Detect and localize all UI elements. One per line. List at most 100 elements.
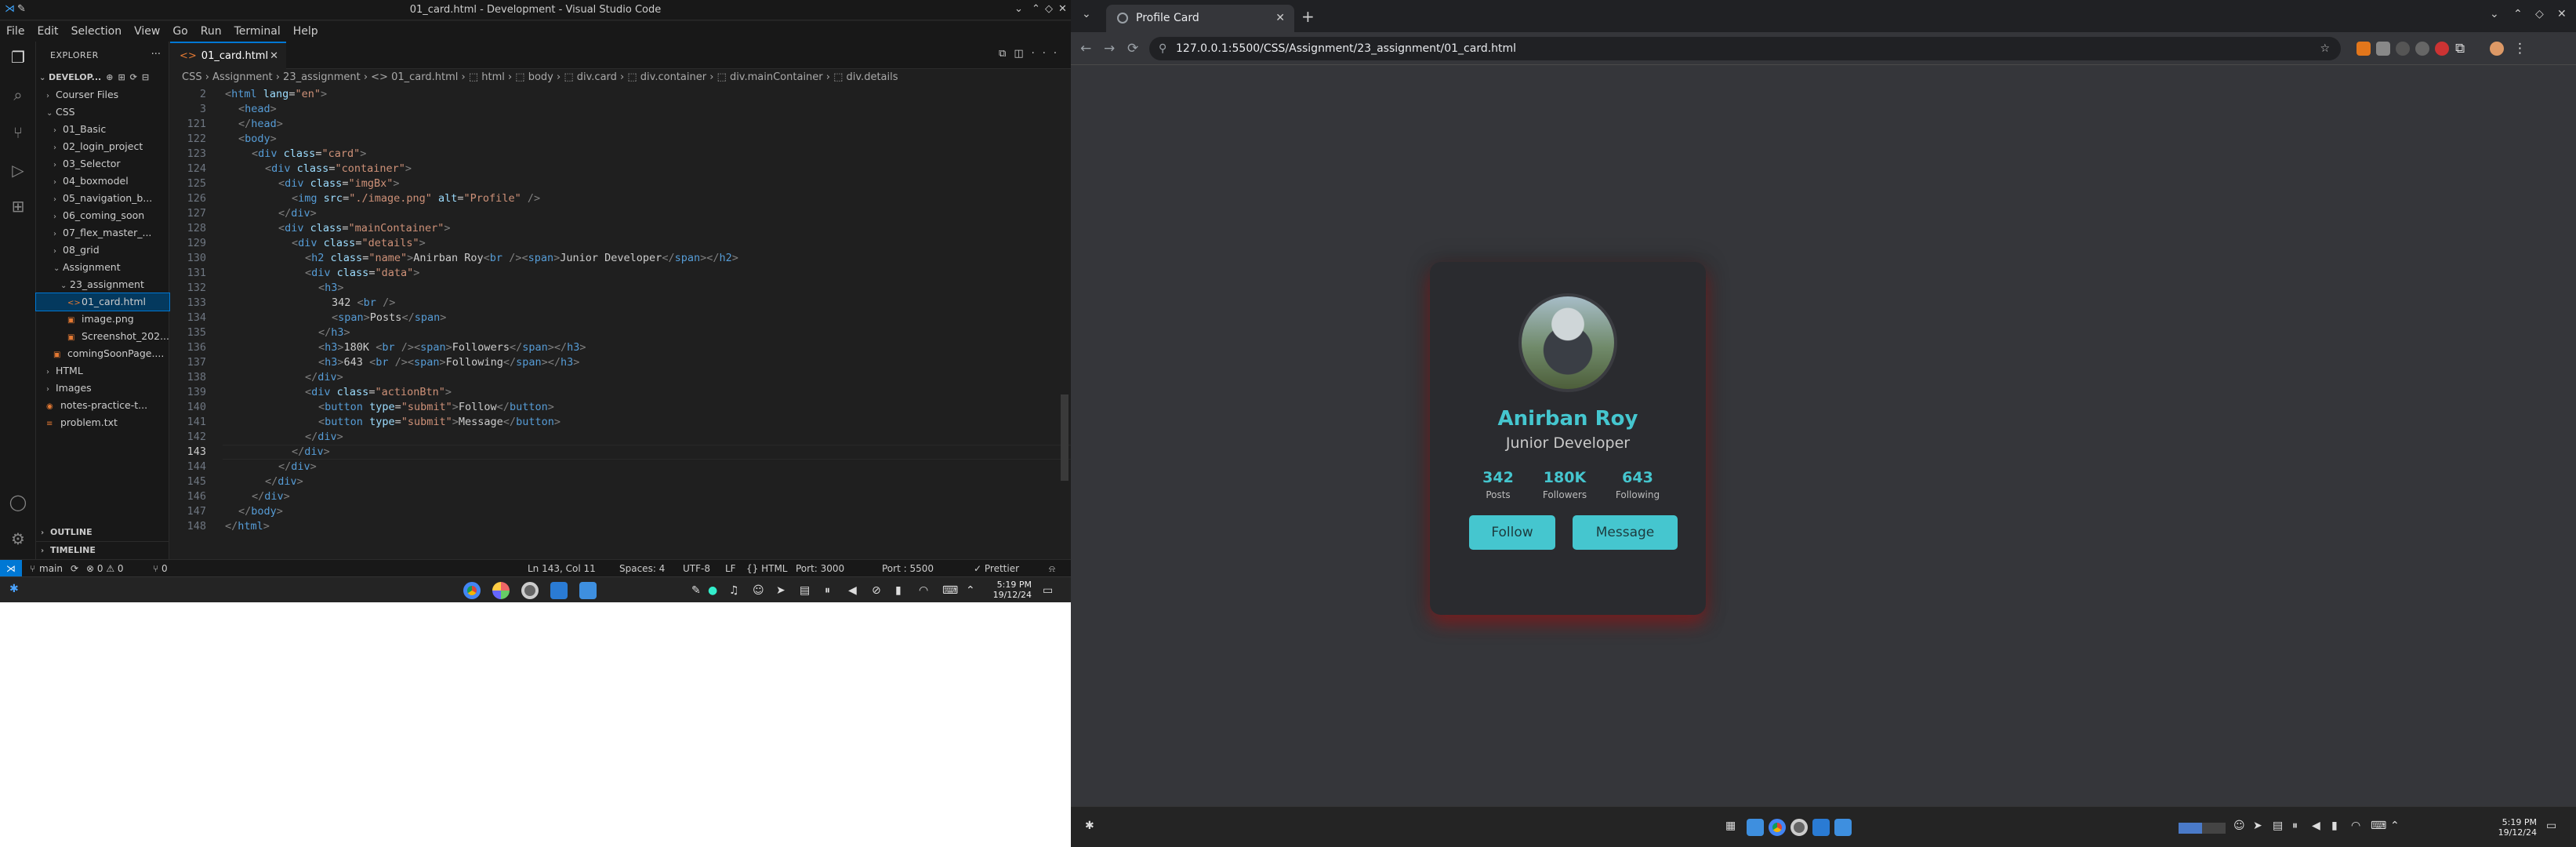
account-icon[interactable]: ◯ (9, 493, 27, 511)
live-server-port[interactable]: Port : 5500 (882, 560, 934, 577)
show-desktop-icon[interactable]: ▭ (2546, 820, 2556, 832)
explorer-toolbar-icons[interactable]: ⊕⊞⟳⊟ (106, 72, 154, 82)
tray-media-icon[interactable]: ⏸ (825, 584, 830, 597)
explorer-icon[interactable]: ❐ (9, 48, 27, 67)
site-info-icon[interactable]: ⚲ (1159, 37, 1166, 60)
obs-taskbar-icon[interactable] (521, 582, 539, 599)
extension-5-icon[interactable] (2435, 42, 2449, 56)
terminal-taskbar-icon[interactable] (579, 582, 597, 599)
tree-file[interactable]: ▣ image.png (36, 311, 169, 328)
menu-edit[interactable]: Edit (37, 25, 58, 38)
encoding[interactable]: UTF-8 (683, 560, 710, 577)
tray-vpn-icon[interactable]: ⊘ (872, 584, 881, 597)
tree-folder[interactable]: › 05_navigation_b... (36, 190, 169, 207)
tree-file[interactable]: <>01_card.html (35, 293, 170, 311)
tray-volume-icon[interactable]: ◀ (848, 584, 857, 597)
tray-discord-icon[interactable]: ☺ (2233, 820, 2245, 832)
tray-clipboard-icon[interactable]: ▤ (2273, 820, 2283, 832)
tree-folder[interactable]: › 07_flex_master_... (36, 224, 169, 242)
language-mode[interactable]: {} HTML (746, 560, 787, 577)
maximize-icon[interactable]: ⌃ (2513, 8, 2523, 20)
chrome-menu-icon[interactable]: ⋮ (2513, 41, 2527, 56)
minimize-icon[interactable]: ⌄ (1014, 3, 1023, 15)
tree-folder[interactable]: › 06_coming_soon (36, 207, 169, 224)
close-tab-icon[interactable]: ✕ (1275, 5, 1285, 32)
back-icon[interactable]: ← (1080, 41, 1091, 56)
tray-edge-icon[interactable]: ● (708, 584, 717, 597)
sync-icon[interactable]: ⟳ (71, 560, 78, 577)
ports-indicator[interactable]: ⑂ 0 (153, 560, 168, 577)
timeline-section[interactable]: › TIMELINE (36, 541, 169, 558)
source-control-icon[interactable]: ⑂ (9, 123, 27, 142)
tree-folder[interactable]: › HTML (36, 362, 169, 380)
close-window-icon[interactable]: ✕ (2557, 8, 2567, 20)
launcher-icon[interactable]: ✱ (1085, 820, 1094, 832)
prettier-status[interactable]: ✓ Prettier (974, 560, 1019, 577)
tree-file[interactable]: ◉ notes-practice-t... (36, 397, 169, 414)
outline-section[interactable]: › OUTLINE (36, 524, 169, 541)
branch-name[interactable]: main (39, 560, 63, 577)
menu-file[interactable]: File (6, 25, 24, 38)
search-icon[interactable]: ⌕ (9, 85, 27, 104)
tray-battery-icon[interactable]: ▮ (895, 584, 902, 597)
extensions-icon[interactable]: ⊞ (9, 197, 27, 216)
follow-button[interactable]: Follow (1469, 515, 1555, 550)
port-3000[interactable]: Port: 3000 (796, 560, 844, 577)
address-bar[interactable]: ⚲ 127.0.0.1:5500/CSS/Assignment/23_assign… (1149, 37, 2341, 60)
tab-profile-card[interactable]: Profile Card ✕ (1106, 5, 1294, 32)
tray-expand-icon[interactable]: ⌃ (966, 584, 975, 597)
settings-gear-icon[interactable]: ⚙ (9, 529, 27, 548)
minimize-icon[interactable]: ⌄ (2490, 8, 2499, 20)
reload-icon[interactable]: ⟳ (1127, 41, 1138, 56)
show-desktop-icon[interactable]: ▭ (1043, 584, 1053, 597)
tray-discord-icon[interactable]: ☺ (753, 584, 764, 597)
tab-search-icon[interactable]: ⌄ (1082, 8, 1091, 20)
indentation[interactable]: Spaces: 4 (619, 560, 665, 577)
tray-telegram-icon[interactable]: ➤ (2253, 820, 2262, 832)
editor-actions-icon[interactable]: ⧉◫··· (999, 48, 1065, 60)
more-actions-icon[interactable]: ··· (151, 49, 161, 60)
tray-clipboard-icon[interactable]: ▤ (800, 584, 810, 597)
taskbar-clock[interactable]: 5:19 PM 19/12/24 (993, 580, 1032, 600)
launcher-icon[interactable]: ✱ (9, 583, 19, 595)
taskbar-clock[interactable]: 5:19 PM 19/12/24 (2498, 817, 2537, 838)
eol[interactable]: LF (725, 560, 736, 577)
tree-folder[interactable]: › 03_Selector (36, 155, 169, 173)
close-tab-icon[interactable]: ✕ (270, 43, 278, 69)
metamask-extension-icon[interactable] (2356, 42, 2371, 56)
terminal-taskbar-icon[interactable] (1834, 819, 1852, 836)
tree-folder[interactable]: ⌄ 23_assignment (36, 276, 169, 293)
run-debug-icon[interactable]: ▷ (9, 161, 27, 180)
chrome-taskbar-icon[interactable] (1769, 819, 1786, 836)
tray-media-icon[interactable]: ⏸ (2292, 820, 2298, 832)
tree-file[interactable]: ≡ problem.txt (36, 414, 169, 431)
extensions-puzzle-icon[interactable]: ⧉ (2455, 41, 2465, 56)
tray-meter[interactable] (2179, 823, 2226, 834)
code-editor[interactable]: 2 <html lang="en"> 3 <head> 121 </head> 122 <bo… (170, 87, 1071, 558)
problems-indicator[interactable]: ⊗ 0 ⚠ 0 (86, 560, 124, 577)
editor-scrollbar[interactable] (1061, 394, 1068, 481)
workspace-root[interactable]: ⌄ DEVELOP... ⊕⊞⟳⊟ (36, 69, 169, 86)
tree-folder[interactable]: › 08_grid (36, 242, 169, 259)
tray-keyboard-icon[interactable]: ⌨ (942, 584, 958, 597)
tab-01-card-html[interactable]: <> 01_card.html ✕ (170, 42, 286, 69)
tree-file[interactable]: ▣ comingSoonPage.... (36, 345, 169, 362)
tray-wifi-icon[interactable]: ◠ (2351, 820, 2360, 832)
cursor-position[interactable]: Ln 143, Col 11 (528, 560, 596, 577)
float-icon[interactable]: ◇ (1045, 3, 1053, 15)
new-tab-icon[interactable]: + (1301, 7, 1315, 26)
tray-keyboard-icon[interactable]: ⌨ (2371, 820, 2386, 832)
tree-folder[interactable]: › Courser Files (36, 86, 169, 104)
tree-folder[interactable]: ⌄ Assignment (36, 259, 169, 276)
remote-indicator-icon[interactable]: ⋊ (0, 560, 22, 576)
extension-3-icon[interactable] (2396, 42, 2410, 56)
tree-folder[interactable]: › 02_login_project (36, 138, 169, 155)
message-button[interactable]: Message (1573, 515, 1678, 550)
maximize-icon[interactable]: ⌃ (1032, 3, 1040, 15)
vscode-taskbar-icon[interactable] (550, 582, 568, 599)
tree-folder[interactable]: › 01_Basic (36, 121, 169, 138)
tree-file[interactable]: ▣ Screenshot_202... (36, 328, 169, 345)
menu-view[interactable]: View (134, 25, 160, 38)
tree-folder[interactable]: › Images (36, 380, 169, 397)
chrome-taskbar-icon[interactable] (463, 582, 481, 599)
